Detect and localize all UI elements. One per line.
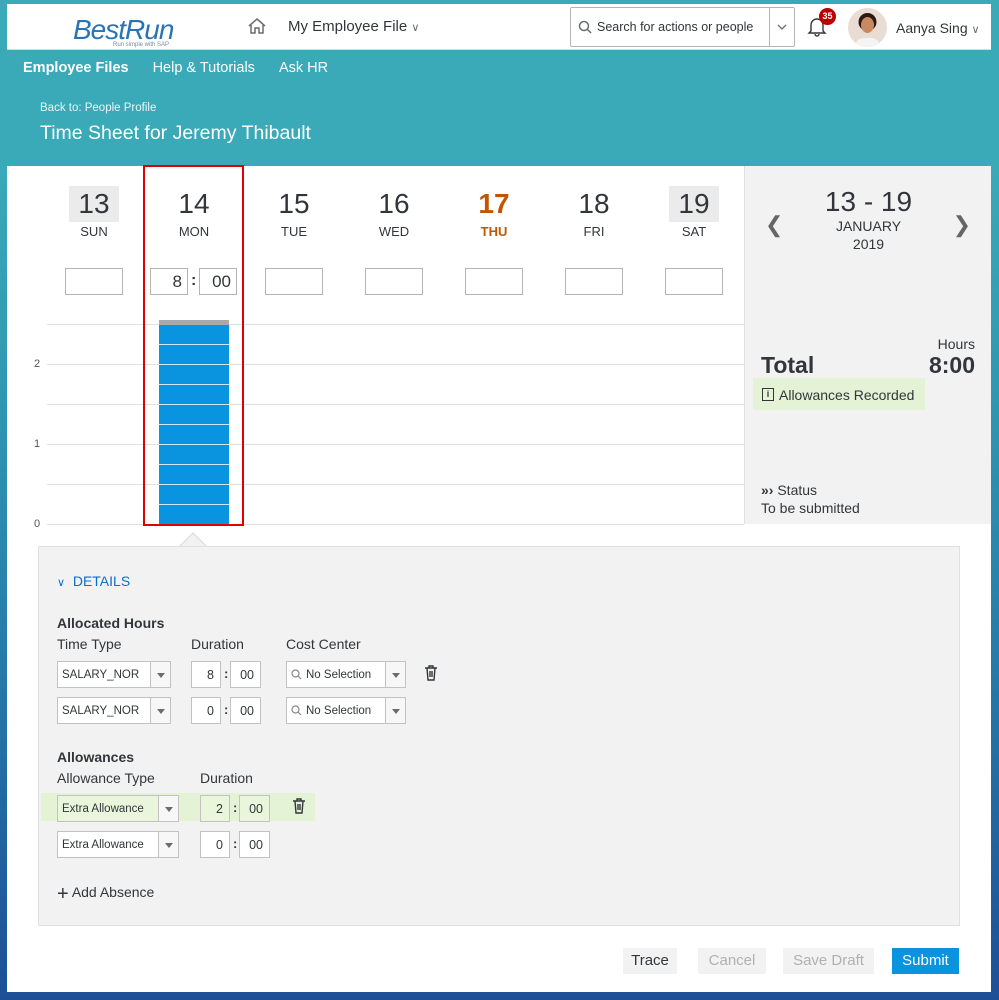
allow-hours-input[interactable]: 2 [200,795,230,822]
col-allowance-type: Allowance Type [57,770,155,786]
sun-hours-input[interactable] [65,268,123,295]
chevron-down-icon [150,698,170,723]
home-icon[interactable] [247,17,267,35]
allocated-hours-title: Allocated Hours [57,615,165,631]
submit-button[interactable]: Submit [892,948,959,974]
nav-help-tutorials[interactable]: Help & Tutorials [153,60,255,76]
search-scope-dropdown[interactable] [769,8,794,46]
back-link[interactable]: Back to: People Profile [40,102,156,114]
duration-hours-input[interactable]: 0 [191,697,221,724]
week-year: 2019 [852,236,885,252]
add-absence-button[interactable]: + Add Absence [57,883,154,906]
trash-icon[interactable] [424,665,438,681]
duration-hours-input[interactable]: 8 [191,661,221,688]
chevron-down-icon [150,662,170,687]
time-type-select[interactable]: SALARY_NOR [57,697,171,724]
plus-icon: + [57,883,69,905]
cost-center-select[interactable]: No Selection [286,697,406,724]
chevron-down-icon: ∨ [971,24,980,36]
search-icon [291,669,302,680]
col-duration: Duration [191,636,244,652]
status-label: »› Status [761,482,818,498]
allow-minutes-input[interactable]: 00 [239,831,270,858]
trash-icon[interactable] [292,798,306,814]
y-tick-label: 0 [34,518,41,530]
top-nav: Employee Files Help & Tutorials Ask HR [23,60,328,76]
chevron-down-icon [385,662,405,687]
nav-employee-files[interactable]: Employee Files [23,60,129,76]
search-icon [291,705,302,716]
col-allow-duration: Duration [200,770,253,786]
trace-button[interactable]: Trace [623,948,677,974]
avatar[interactable] [848,8,887,47]
cancel-button[interactable]: Cancel [698,948,766,974]
tue-hours-input[interactable] [265,268,323,295]
time-colon: : [224,666,229,681]
search-icon [578,20,592,34]
thu-hours-input[interactable] [465,268,523,295]
week-calendar: 13 SUN 14 MON 15 TUE 16 WED 17 THU 18 FRI 19 SA… [7,165,744,530]
page-title: Time Sheet for Jeremy Thibault [40,122,311,144]
chevron-down-icon [385,698,405,723]
duration-minutes-input[interactable]: 00 [230,661,261,688]
week-summary: ❮ 13 - 19 JANUARY 2019 ❯ Hours Total 8:0… [744,166,991,524]
chevron-down-icon: ∨ [57,577,66,589]
total-label: Total [761,352,815,378]
nav-ask-hr[interactable]: Ask HR [279,60,328,76]
total-value: 8:00 [928,352,975,378]
time-colon: : [233,800,238,815]
allowances-recorded-badge: i Allowances Recorded [753,378,925,410]
details-panel: ∨ DETAILS Allocated Hours Time Type Dura… [38,546,960,926]
day-sun[interactable]: 13 SUN [44,186,144,239]
app-shell: BestRun Run simple with SAP My Employee F… [7,4,991,992]
info-icon: i [762,388,774,401]
timesheet-card: 13 SUN 14 MON 15 TUE 16 WED 17 THU 18 FRI 19 SA… [7,165,991,992]
allowance-type-select[interactable]: Extra Allowance [57,831,179,858]
chevron-down-icon [158,832,178,857]
chevron-down-icon [777,24,787,30]
details-toggle[interactable]: ∨ DETAILS [57,573,130,589]
allowance-type-select[interactable]: Extra Allowance [57,795,179,822]
day-thu[interactable]: 17 THU [444,186,544,239]
allow-minutes-input[interactable]: 00 [239,795,270,822]
time-colon: : [224,702,229,717]
y-tick-label: 1 [34,438,41,450]
allowances-title: Allowances [57,749,135,765]
user-menu[interactable]: Aanya Sing ∨ [896,20,980,36]
wed-hours-input[interactable] [365,268,423,295]
day-tue[interactable]: 15 TUE [244,186,344,239]
hours-label: Hours [937,336,975,352]
bestrun-logo[interactable]: BestRun Run simple with SAP [73,14,174,48]
search-field[interactable]: Search for actions or people [570,7,795,47]
notification-badge: 35 [819,8,836,25]
col-time-type: Time Type [57,636,122,652]
chevron-down-icon [158,796,178,821]
col-cost-center: Cost Center [286,636,361,652]
day-wed[interactable]: 16 WED [344,186,444,239]
save-draft-button[interactable]: Save Draft [783,948,874,974]
selected-day-highlight [143,165,244,526]
app-menu[interactable]: My Employee File ∨ [288,18,419,35]
fri-hours-input[interactable] [565,268,623,295]
time-type-select[interactable]: SALARY_NOR [57,661,171,688]
shell-header: BestRun Run simple with SAP My Employee F… [7,4,991,50]
duration-minutes-input[interactable]: 00 [230,697,261,724]
day-sat[interactable]: 19 SAT [644,186,744,239]
chevron-right-icon[interactable]: ❯ [953,212,971,238]
status-value: To be submitted [761,500,860,516]
cost-center-select[interactable]: No Selection [286,661,406,688]
allow-hours-input[interactable]: 0 [200,831,230,858]
day-fri[interactable]: 18 FRI [544,186,644,239]
sat-hours-input[interactable] [665,268,723,295]
y-tick-label: 2 [34,358,41,370]
search-placeholder: Search for actions or people [597,20,754,34]
double-chevron-icon: »› [761,482,774,498]
chevron-down-icon: ∨ [411,22,420,34]
time-colon: : [233,836,238,851]
